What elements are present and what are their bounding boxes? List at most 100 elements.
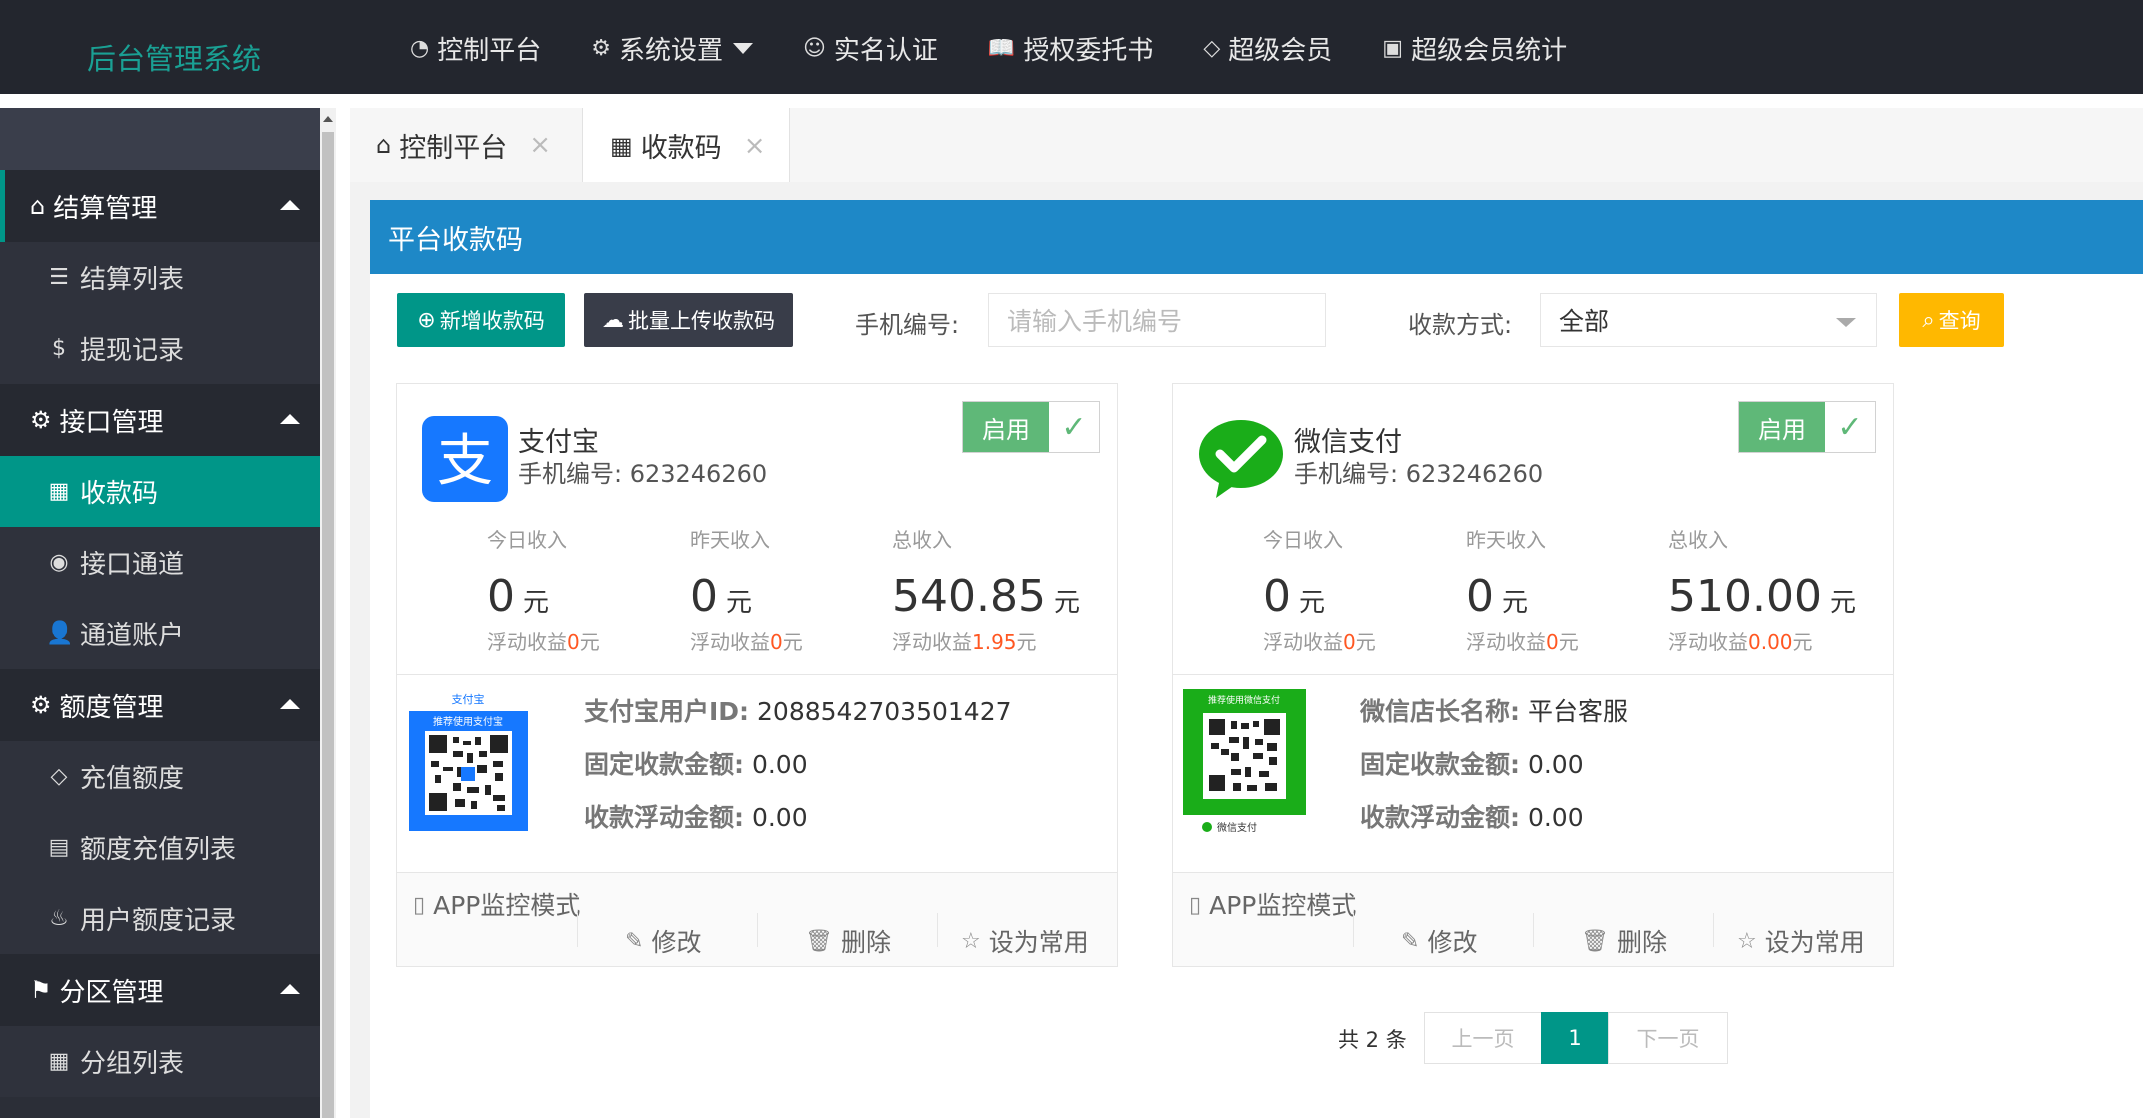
- qr-brand-text: 微信支付: [1217, 821, 1257, 834]
- sidebar-item-label: 收款码: [80, 479, 159, 509]
- stat-label: 总收入: [892, 528, 952, 552]
- chevron-down-icon: [1836, 318, 1856, 327]
- sidebar-scrollbar[interactable]: [320, 108, 336, 1118]
- edit-button[interactable]: ✎ 修改: [625, 923, 701, 959]
- float-prefix: 浮动收益: [1263, 630, 1343, 654]
- sidebar-item-withdraw-records[interactable]: $ 提现记录: [0, 313, 320, 384]
- sidebar-item-settlement-list[interactable]: ☰ 结算列表: [0, 242, 320, 313]
- sidebar-group-partition[interactable]: ⚑ 分区管理: [0, 954, 320, 1026]
- info-key: 收款浮动金额:: [1360, 803, 1520, 832]
- action-label: 设为常用: [1764, 928, 1865, 957]
- sidebar-item-quota-recharge-list[interactable]: ▤ 额度充值列表: [0, 812, 320, 883]
- topnav-super-member-stats[interactable]: ▣ 超级会员统计: [1382, 30, 1567, 67]
- mobile-icon: ▯: [413, 893, 426, 918]
- float-value: 0: [770, 630, 783, 654]
- stat-unit: 元: [1502, 588, 1529, 618]
- topnav-dashboard[interactable]: ◔ 控制平台: [410, 30, 541, 67]
- set-favorite-button[interactable]: ☆ 设为常用: [1737, 923, 1865, 959]
- close-icon[interactable]: ×: [529, 130, 551, 160]
- check-icon: ✓: [1061, 409, 1087, 445]
- svg-text:支: 支: [437, 429, 493, 494]
- phone-input[interactable]: 请输入手机编号: [988, 293, 1326, 347]
- header-divider: [0, 94, 2143, 108]
- status-toggle[interactable]: 启用 ✓: [962, 401, 1100, 453]
- tab-qrcode[interactable]: ▦ 收款码 ×: [582, 108, 790, 183]
- sidebar-item-group-list[interactable]: ▦ 分组列表: [0, 1026, 320, 1097]
- caret-down-icon: [732, 42, 753, 54]
- list-icon: ☰: [49, 265, 69, 290]
- float-prefix: 浮动收益: [1668, 630, 1748, 654]
- add-qrcode-button[interactable]: ⊕ 新增收款码: [397, 293, 565, 347]
- qrcode-icon: ▦: [48, 479, 70, 504]
- topnav-authorization[interactable]: 📖 授权委托书: [988, 30, 1153, 67]
- qrcode-icon: ▦: [610, 131, 633, 160]
- card-actions: ▯ APP监控模式 ✎ 修改 🗑 删除 ☆ 设为常用: [397, 872, 1117, 966]
- wechat-qrcode-image[interactable]: 推荐使用微信支付 微信支付: [1181, 687, 1308, 835]
- sidebar-item-recharge-quota[interactable]: ◇ 充值额度: [0, 741, 320, 812]
- topnav-label: 实名认证: [833, 35, 938, 66]
- pager-next-button[interactable]: 下一页: [1608, 1012, 1728, 1064]
- delete-button[interactable]: 🗑 删除: [1581, 923, 1667, 959]
- status-label: 启用: [963, 402, 1049, 452]
- home-icon: ⌂: [376, 131, 392, 159]
- phone-filter-label: 手机编号:: [855, 311, 960, 339]
- caret-up-icon: [280, 200, 300, 210]
- close-icon[interactable]: ×: [744, 131, 766, 161]
- sidebar-group-settlement[interactable]: ⌂ 结算管理: [0, 170, 320, 242]
- stat-label: 昨天收入: [1466, 528, 1546, 552]
- app-logo-title[interactable]: 后台管理系统: [87, 36, 261, 78]
- fixed-amount: 固定收款金额: 0.00: [584, 745, 808, 781]
- info-value: 2088542703501427: [757, 697, 1012, 726]
- card-actions: ▯ APP监控模式 ✎ 修改 🗑 删除 ☆ 设为常用: [1173, 872, 1893, 966]
- pager-prev-button[interactable]: 上一页: [1424, 1012, 1542, 1064]
- query-button[interactable]: ⌕ 查询: [1899, 293, 2004, 347]
- stat-value: 510.00: [1668, 571, 1822, 622]
- sidebar-item-qrcode[interactable]: ▦ 收款码: [0, 456, 320, 527]
- sidebar-group-interface[interactable]: ⚙ 接口管理: [0, 384, 320, 456]
- delete-button[interactable]: 🗑 删除: [805, 923, 891, 959]
- trash-icon: 🗑: [805, 928, 833, 954]
- scroll-up-arrow-icon[interactable]: [323, 116, 333, 122]
- status-toggle[interactable]: 启用 ✓: [1738, 401, 1876, 453]
- sidebar-item-channel-accounts[interactable]: 👤 通道账户: [0, 598, 320, 669]
- edit-button[interactable]: ✎ 修改: [1401, 923, 1477, 959]
- pager-current-page[interactable]: 1: [1541, 1012, 1609, 1064]
- user-icon: 👤: [46, 621, 74, 646]
- float-suffix: 元: [579, 630, 600, 654]
- divider: [397, 674, 1117, 675]
- app-monitor-mode-button[interactable]: ▯ APP监控模式: [1189, 889, 1359, 923]
- float-prefix: 浮动收益: [1466, 630, 1546, 654]
- alipay-qrcode-image[interactable]: 支付宝 推荐使用支付宝: [405, 687, 532, 835]
- caret-up-icon: [280, 414, 300, 424]
- batch-upload-button[interactable]: ☁ 批量上传收款码: [584, 293, 793, 347]
- qr-caption-text: 推荐使用支付宝: [433, 715, 503, 728]
- info-key: 收款浮动金额:: [584, 803, 744, 832]
- stat-today: 今日收入 0元 浮动收益0元: [487, 524, 687, 655]
- tab-bar: ⌂ 控制平台 × ▦ 收款码 ×: [350, 108, 2143, 183]
- topnav-super-member[interactable]: ◇ 超级会员: [1203, 30, 1332, 67]
- scrollbar-thumb[interactable]: [322, 132, 334, 1118]
- float-value: 0: [567, 630, 580, 654]
- action-label: APP监控模式: [1209, 891, 1357, 920]
- float-value: 0: [1546, 630, 1559, 654]
- pager-total: 共 2 条: [1338, 1028, 1407, 1052]
- set-favorite-button[interactable]: ☆ 设为常用: [961, 923, 1089, 959]
- sidebar-item-label: 额度充值列表: [80, 835, 237, 865]
- tab-dashboard[interactable]: ⌂ 控制平台 ×: [376, 108, 551, 182]
- sidebar-item-channels[interactable]: ◉ 接口通道: [0, 527, 320, 598]
- float-amount: 收款浮动金额: 0.00: [584, 798, 808, 834]
- topnav-system-settings[interactable]: ⚙ 系统设置: [591, 30, 753, 67]
- method-select[interactable]: 全部: [1540, 293, 1877, 347]
- info-key: 固定收款金额:: [584, 750, 744, 779]
- sidebar-group-quota[interactable]: ⚙ 额度管理: [0, 669, 320, 741]
- float-value: 1.95: [972, 630, 1017, 654]
- stat-yesterday: 昨天收入 0元 浮动收益0元: [690, 524, 890, 655]
- sidebar-item-user-quota-records[interactable]: ♨ 用户额度记录: [0, 883, 320, 954]
- clipboard-icon: ▤: [48, 835, 70, 860]
- app-monitor-mode-button[interactable]: ▯ APP监控模式: [413, 889, 583, 923]
- info-value: 平台客服: [1527, 697, 1628, 726]
- topnav-realname-auth[interactable]: ☺ 实名认证: [803, 30, 938, 67]
- info-key: 支付宝用户ID:: [584, 697, 750, 726]
- float-suffix: 元: [1558, 630, 1579, 654]
- float-suffix: 元: [1355, 630, 1376, 654]
